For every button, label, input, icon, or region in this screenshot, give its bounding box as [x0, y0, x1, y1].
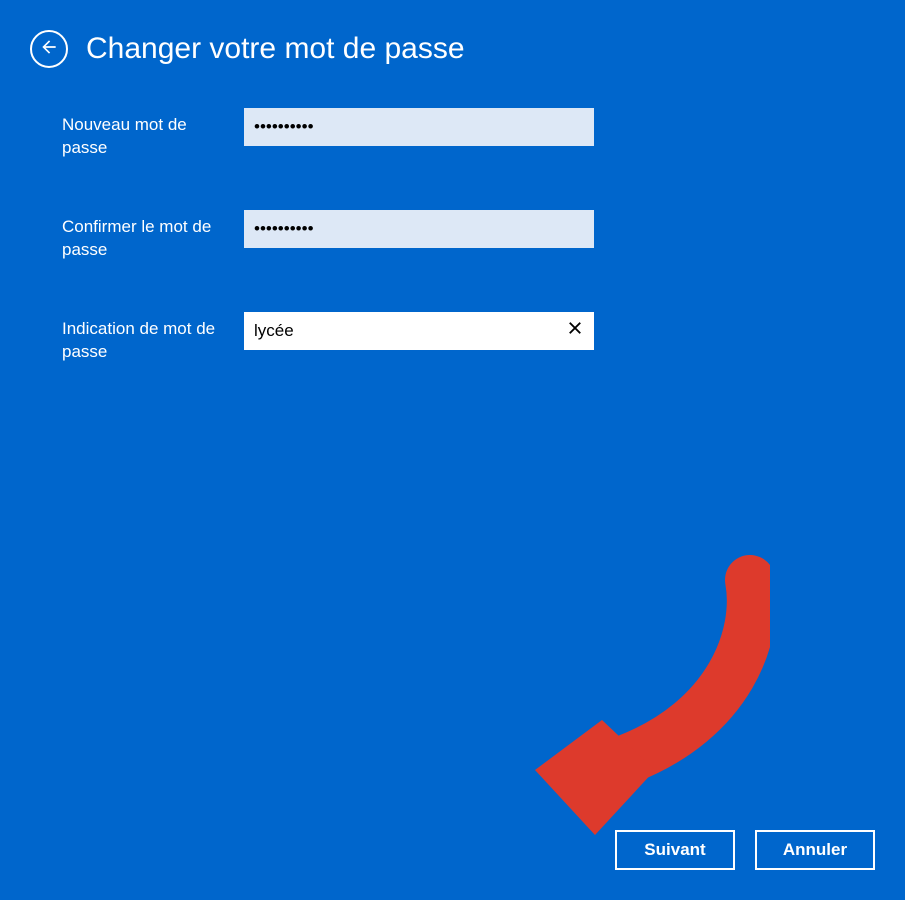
cancel-button[interactable]: Annuler	[755, 830, 875, 870]
next-button[interactable]: Suivant	[615, 830, 735, 870]
password-form: Nouveau mot de passe Confirmer le mot de…	[0, 88, 905, 434]
hint-input[interactable]	[244, 312, 594, 350]
confirm-password-wrapper	[244, 210, 594, 248]
close-icon	[566, 319, 584, 342]
clear-input-button[interactable]	[564, 320, 586, 342]
hint-row: Indication de mot de passe	[62, 312, 845, 364]
page-header: Changer votre mot de passe	[0, 0, 905, 88]
hint-label: Indication de mot de passe	[62, 312, 232, 364]
hint-wrapper	[244, 312, 594, 350]
back-button[interactable]	[30, 30, 68, 68]
new-password-input[interactable]	[244, 108, 594, 146]
new-password-label: Nouveau mot de passe	[62, 108, 232, 160]
page-title: Changer votre mot de passe	[86, 32, 465, 66]
confirm-password-input[interactable]	[244, 210, 594, 248]
annotation-arrow	[500, 555, 770, 835]
new-password-row: Nouveau mot de passe	[62, 108, 845, 160]
arrow-left-icon	[39, 37, 59, 62]
confirm-password-row: Confirmer le mot de passe	[62, 210, 845, 262]
new-password-wrapper	[244, 108, 594, 146]
confirm-password-label: Confirmer le mot de passe	[62, 210, 232, 262]
footer-buttons: Suivant Annuler	[615, 830, 875, 870]
